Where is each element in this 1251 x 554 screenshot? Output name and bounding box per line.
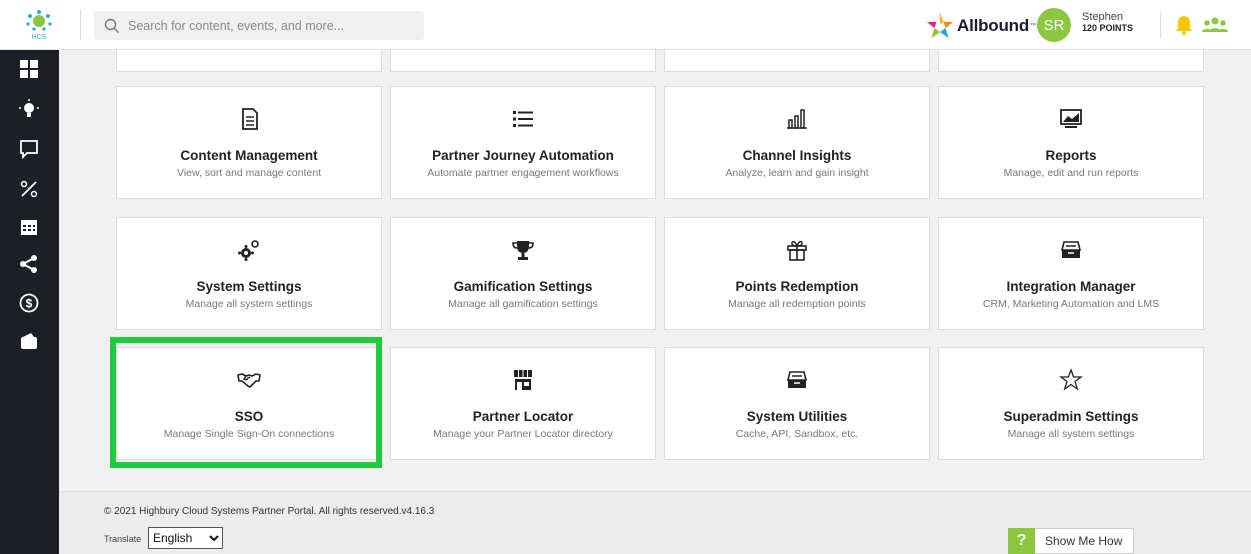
card-description: Manage your Partner Locator directory bbox=[433, 428, 613, 440]
copyright-text: © 2021 Highbury Cloud Systems Partner Po… bbox=[104, 506, 435, 517]
card-superadmin-settings[interactable]: Superadmin Settings Manage all system se… bbox=[938, 347, 1204, 460]
brand-trademark: ™ bbox=[1030, 23, 1037, 29]
sidebar-item-ideas[interactable] bbox=[17, 97, 41, 121]
card-content-management[interactable]: Content Management View, sort and manage… bbox=[116, 86, 382, 199]
card-description: View, sort and manage content bbox=[177, 167, 321, 179]
calendar-icon bbox=[21, 220, 37, 235]
utility-box-icon bbox=[786, 371, 808, 388]
allbound-star-icon bbox=[926, 12, 954, 39]
card-description: CRM, Marketing Automation and LMS bbox=[982, 298, 1160, 310]
sidebar-item-calendar[interactable] bbox=[17, 215, 41, 239]
logo-divider bbox=[80, 10, 81, 40]
dashboard-grid-icon bbox=[20, 60, 38, 78]
card-title: Gamification Settings bbox=[453, 279, 593, 294]
search-icon bbox=[104, 18, 119, 33]
card-partial bbox=[390, 50, 656, 72]
card-description: Analyze, learn and gain insight bbox=[725, 167, 869, 179]
lightbulb-icon bbox=[19, 99, 39, 117]
card-reports[interactable]: Reports Manage, edit and run reports bbox=[938, 86, 1204, 199]
card-system-settings[interactable]: System Settings Manage all system settin… bbox=[116, 217, 382, 330]
card-title: Partner Locator bbox=[472, 409, 574, 424]
sidebar-item-dashboard[interactable] bbox=[17, 57, 41, 81]
card-description: Manage all system settings bbox=[185, 298, 313, 310]
card-title: Content Management bbox=[180, 148, 318, 163]
wallet-icon bbox=[21, 333, 37, 349]
card-channel-insights[interactable]: Channel Insights Analyze, learn and gain… bbox=[664, 86, 930, 199]
card-title: Integration Manager bbox=[1006, 279, 1136, 294]
card-title: Channel Insights bbox=[742, 148, 852, 163]
card-description: Manage all redemption points bbox=[728, 298, 866, 310]
card-title: Superadmin Settings bbox=[1003, 409, 1139, 424]
user-name[interactable]: Stephen bbox=[1082, 11, 1123, 23]
card-title: System Utilities bbox=[746, 409, 848, 424]
card-partner-locator[interactable]: Partner Locator Manage your Partner Loca… bbox=[390, 347, 656, 460]
card-partial bbox=[116, 50, 382, 72]
card-points-redemption[interactable]: Points Redemption Manage all redemption … bbox=[664, 217, 930, 330]
storefront-icon bbox=[514, 370, 532, 390]
help-question-icon: ? bbox=[1008, 527, 1035, 554]
sidebar-item-share[interactable] bbox=[17, 252, 41, 276]
card-title: Partner Journey Automation bbox=[432, 148, 614, 163]
hcs-logo-icon[interactable]: HCS bbox=[22, 8, 56, 42]
bar-chart-icon bbox=[787, 109, 807, 129]
svg-text:$: $ bbox=[26, 297, 33, 311]
sso-highlight-box bbox=[110, 337, 382, 468]
gears-icon bbox=[238, 240, 259, 261]
sidebar: $ bbox=[0, 50, 59, 554]
search-input[interactable] bbox=[128, 18, 418, 33]
sidebar-item-wallet[interactable] bbox=[17, 329, 41, 353]
brand-name: Allbound bbox=[957, 16, 1030, 35]
card-system-utilities[interactable]: System Utilities Cache, API, Sandbox, et… bbox=[664, 347, 930, 460]
card-title: System Settings bbox=[196, 279, 302, 294]
list-icon bbox=[513, 111, 533, 127]
sidebar-item-messages[interactable] bbox=[17, 137, 41, 161]
group-users-icon[interactable] bbox=[1201, 14, 1229, 36]
allbound-brand[interactable]: Allbound ™ bbox=[925, 11, 1036, 41]
percent-tools-icon bbox=[20, 180, 38, 198]
card-partner-journey-automation[interactable]: Partner Journey Automation Automate part… bbox=[390, 86, 656, 199]
avatar[interactable]: SR bbox=[1037, 8, 1071, 42]
archive-box-icon bbox=[1060, 241, 1082, 258]
document-icon bbox=[242, 108, 258, 130]
user-points: 120 POINTS bbox=[1082, 23, 1134, 33]
header-divider bbox=[1160, 12, 1161, 38]
card-integration-manager[interactable]: Integration Manager CRM, Marketing Autom… bbox=[938, 217, 1204, 330]
card-description: Manage, edit and run reports bbox=[1003, 167, 1139, 179]
logo-text: HCS bbox=[32, 34, 47, 41]
monitor-chart-icon bbox=[1060, 109, 1082, 128]
sidebar-item-deals[interactable] bbox=[17, 177, 41, 201]
bell-icon[interactable] bbox=[1173, 14, 1195, 36]
card-description: Automate partner engagement workflows bbox=[427, 167, 619, 179]
card-partial bbox=[938, 50, 1204, 72]
dollar-icon: $ bbox=[19, 293, 39, 313]
share-icon bbox=[20, 255, 37, 273]
card-partial bbox=[664, 50, 930, 72]
card-description: Cache, API, Sandbox, etc. bbox=[735, 428, 859, 440]
card-description: Manage all system settings bbox=[1007, 428, 1135, 440]
card-gamification-settings[interactable]: Gamification Settings Manage all gamific… bbox=[390, 217, 656, 330]
card-title: Points Redemption bbox=[735, 279, 859, 294]
star-icon bbox=[1059, 368, 1083, 391]
trophy-icon bbox=[512, 241, 534, 260]
sidebar-item-finance[interactable]: $ bbox=[17, 291, 41, 315]
show-me-how-button[interactable]: ? Show Me How bbox=[1008, 527, 1134, 554]
card-title: Reports bbox=[1045, 148, 1097, 163]
show-me-how-label: Show Me How bbox=[1045, 534, 1123, 548]
search-box[interactable] bbox=[94, 11, 424, 40]
translate-label: Translate bbox=[104, 534, 142, 544]
language-select[interactable]: English bbox=[148, 527, 223, 549]
top-bar: HCS Allbound™ SR Stephen 120 POINTS bbox=[0, 0, 1251, 50]
card-description: Manage all gamification settings bbox=[448, 298, 598, 310]
chat-icon bbox=[20, 140, 38, 159]
gift-icon bbox=[787, 240, 807, 261]
